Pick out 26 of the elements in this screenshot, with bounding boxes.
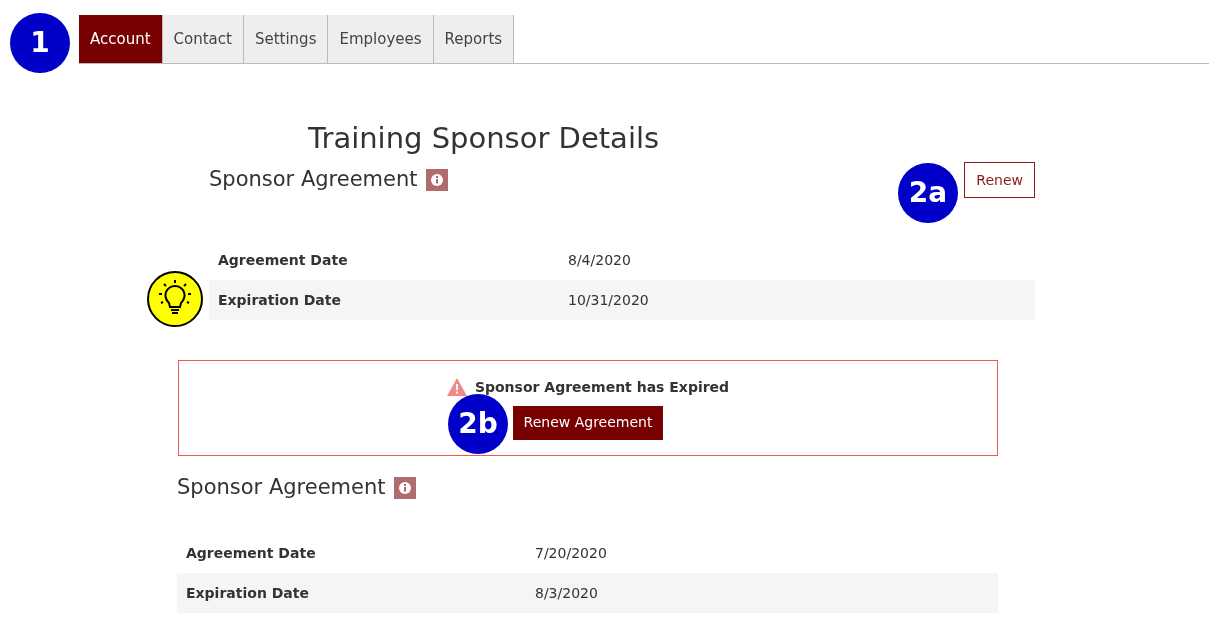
- row-label: Agreement Date: [218, 250, 349, 270]
- section-heading: Sponsor Agreement: [177, 474, 386, 502]
- warning-icon: [446, 378, 467, 396]
- tab[interactable]: Account: [79, 15, 163, 63]
- callout-badge: 2a: [898, 163, 958, 223]
- callout-badge: 2b: [448, 394, 508, 454]
- alert-message: Sponsor Agreement has Expired: [474, 377, 730, 397]
- tab[interactable]: Contact: [162, 15, 244, 63]
- callout-badge: 1: [10, 13, 70, 73]
- row-value: 8/3/2020: [535, 583, 598, 603]
- page-title: Training Sponsor Details: [308, 120, 661, 157]
- renew-button[interactable]: Renew: [964, 162, 1035, 198]
- section-heading: Sponsor Agreement: [209, 166, 418, 194]
- renew-agreement-button[interactable]: Renew Agreement: [512, 405, 664, 440]
- info-icon[interactable]: [393, 477, 416, 499]
- tab[interactable]: Employees: [328, 15, 434, 63]
- row-label: Expiration Date: [218, 290, 342, 310]
- row-value: 10/31/2020: [568, 290, 649, 310]
- row-value: 8/4/2020: [568, 250, 631, 270]
- row-label: Agreement Date: [186, 543, 317, 563]
- row-label: Expiration Date: [186, 583, 310, 603]
- row-value: 7/20/2020: [535, 543, 607, 563]
- lightbulb-icon: [146, 270, 204, 328]
- tab[interactable]: Reports: [433, 15, 515, 63]
- info-icon[interactable]: [425, 169, 448, 191]
- tab[interactable]: Settings: [243, 15, 329, 63]
